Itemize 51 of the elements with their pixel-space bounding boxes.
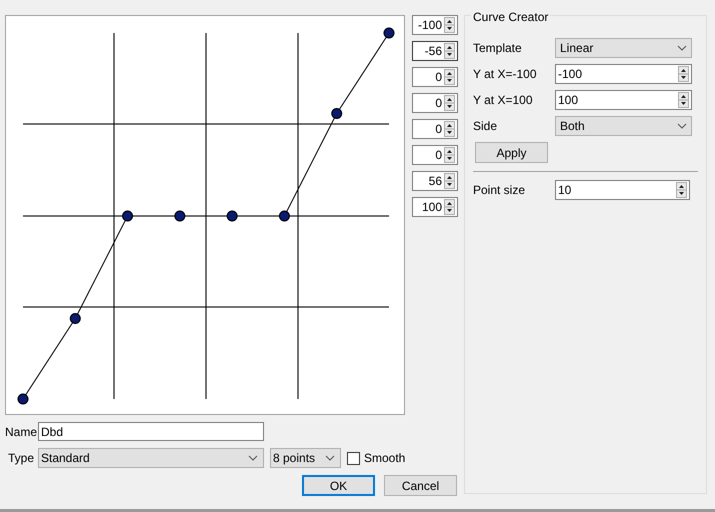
smooth-label: Smooth [364, 450, 406, 467]
spin-arrows-icon [678, 66, 689, 82]
spin-arrows-icon [678, 92, 689, 108]
curve-point[interactable] [278, 210, 290, 222]
number-spinbox[interactable]: 0 [412, 119, 458, 139]
name-field[interactable]: Dbd [38, 422, 264, 441]
apply-button[interactable]: Apply [475, 142, 548, 163]
type-dropdown[interactable]: Standard [38, 448, 264, 468]
number-spinbox[interactable]: 0 [412, 67, 458, 87]
number-spinbox[interactable]: 100 [412, 197, 458, 217]
curve-point[interactable] [331, 108, 342, 120]
field-label: Side [473, 118, 498, 135]
dialog-button[interactable]: Cancel [384, 475, 457, 496]
curve-point[interactable] [70, 312, 81, 324]
spin-arrows-icon [444, 199, 455, 215]
points-dropdown[interactable]: 8 points [270, 448, 341, 468]
chevron-down-icon [325, 455, 335, 461]
spin-arrows-icon [444, 147, 455, 163]
spin-arrows-icon [676, 182, 687, 198]
dialog-button[interactable]: OK [302, 475, 375, 496]
number-spinbox[interactable]: 100 [555, 90, 692, 110]
spin-arrows-icon [444, 43, 455, 59]
dropdown[interactable]: Linear [555, 38, 692, 58]
field-label: Template [473, 40, 523, 57]
spin-arrows-icon [444, 95, 455, 111]
number-spinbox[interactable]: 0 [412, 145, 458, 165]
field-label: Y at X=100 [473, 92, 534, 109]
field-label: Y at X=-100 [473, 66, 538, 83]
spin-arrows-icon [444, 17, 455, 33]
curve-point[interactable] [122, 210, 134, 222]
number-spinbox[interactable]: -100 [412, 15, 458, 35]
curve-point[interactable] [226, 210, 238, 222]
chevron-down-icon [677, 123, 687, 129]
spin-arrows-icon [444, 173, 455, 189]
spin-arrows-icon [444, 69, 455, 85]
dropdown[interactable]: Both [555, 116, 692, 136]
curve-point[interactable] [174, 210, 186, 222]
number-spinbox[interactable]: -56 [412, 41, 458, 61]
spin-arrows-icon [444, 121, 455, 137]
number-spinbox[interactable]: 56 [412, 171, 458, 191]
name-label: Name [5, 424, 38, 440]
number-spinbox[interactable]: 0 [412, 93, 458, 113]
type-label: Type [7, 450, 36, 467]
curve-point[interactable] [18, 394, 28, 404]
field-label: Point size [473, 182, 526, 199]
number-spinbox[interactable]: 10 [555, 180, 690, 200]
curve-point[interactable] [384, 28, 394, 38]
chevron-down-icon [677, 45, 687, 51]
smooth-checkbox[interactable] [347, 452, 360, 464]
number-spinbox[interactable]: -100 [555, 64, 692, 84]
chevron-down-icon [248, 455, 258, 461]
